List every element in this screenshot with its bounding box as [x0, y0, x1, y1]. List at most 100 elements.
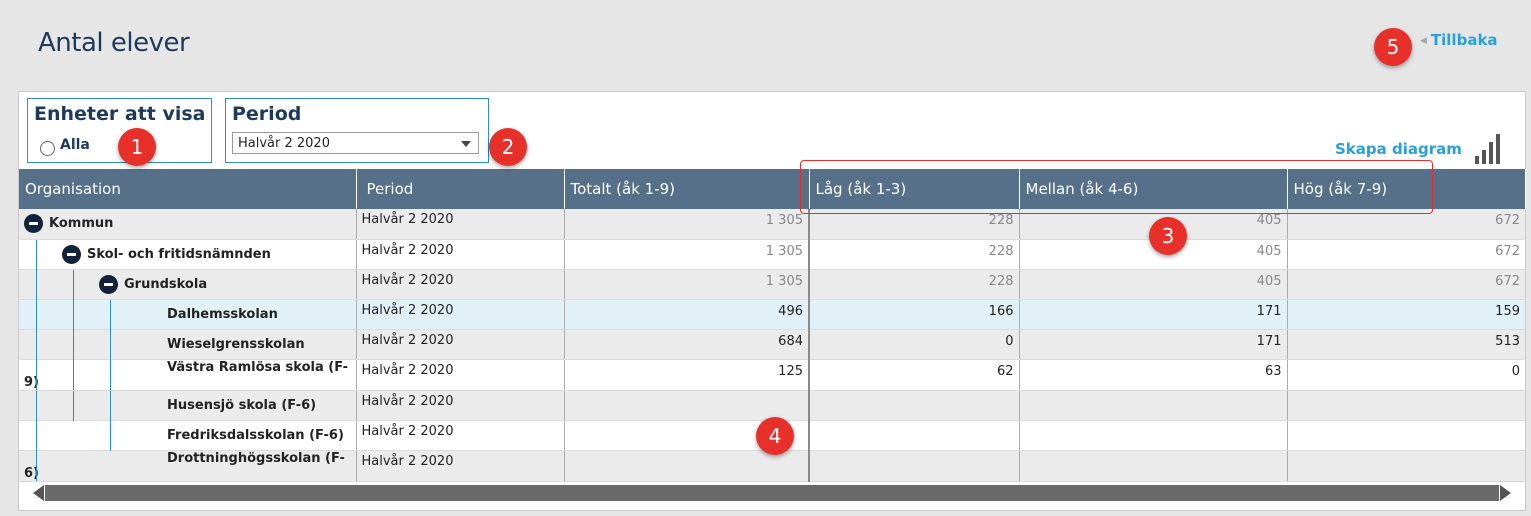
hog-cell: 672: [1287, 269, 1525, 300]
org-name: Kommun: [49, 216, 114, 232]
back-link-label: Tillbaka: [1430, 31, 1498, 49]
tree-line: [73, 359, 74, 390]
collapse-icon[interactable]: [99, 274, 118, 294]
collapse-icon[interactable]: [24, 214, 43, 234]
table-row[interactable]: Husensjö skola (F-6) Halvår 2 2020: [19, 390, 1525, 421]
bar-chart-icon[interactable]: [1473, 134, 1503, 164]
org-cell: Wieselgrensskolan: [19, 329, 357, 360]
lag-cell: [809, 390, 1020, 421]
back-link[interactable]: ◀ Tillbaka: [1420, 31, 1498, 49]
org-cell: Drottninghögsskolan (F-6): [19, 450, 357, 482]
period-filter-title: Period: [232, 103, 302, 125]
total-cell: 1 305: [564, 269, 810, 300]
scroll-right-icon[interactable]: [1500, 485, 1511, 501]
tree-line: [36, 269, 37, 300]
collapse-icon[interactable]: [62, 244, 81, 264]
period-cell: Halvår 2 2020: [355, 359, 565, 391]
org-name: Dalhemsskolan: [167, 306, 278, 322]
tree-line: [36, 420, 37, 451]
hog-cell: 159: [1287, 299, 1525, 330]
all-units-label[interactable]: Alla: [60, 137, 90, 153]
org-name: Wieselgrensskolan: [167, 336, 305, 352]
mellan-cell: 63: [1019, 359, 1288, 391]
tree-line: [110, 299, 111, 330]
mellan-cell: [1019, 390, 1288, 421]
lag-cell: 0: [809, 329, 1020, 360]
period-cell: Halvår 2 2020: [355, 390, 565, 421]
mellan-cell: 405: [1019, 269, 1288, 300]
tree-line: [36, 299, 37, 330]
period-cell: Halvår 2 2020: [355, 450, 565, 482]
lag-cell: [809, 450, 1020, 482]
period-cell: Halvår 2 2020: [355, 299, 565, 330]
col-organisation[interactable]: Organisation: [19, 169, 357, 209]
col-period[interactable]: Period: [356, 169, 565, 209]
total-cell: 496: [564, 299, 810, 330]
org-cell: Västra Ramlösa skola (F-9): [19, 359, 357, 391]
hog-cell: 0: [1287, 359, 1525, 391]
tree-line: [110, 329, 111, 360]
mellan-cell: 171: [1019, 329, 1288, 360]
total-cell: 684: [564, 329, 810, 360]
callout-2: 2: [489, 128, 527, 166]
org-cell: Fredriksdalsskolan (F-6): [19, 420, 357, 451]
mellan-cell: 171: [1019, 299, 1288, 330]
org-cell: Husensjö skola (F-6): [19, 390, 357, 421]
period-select[interactable]: Halvår 2 2020: [232, 132, 479, 154]
table-row[interactable]: Dalhemsskolan Halvår 2 2020 496 166 171 …: [19, 299, 1525, 330]
tree-line: [36, 329, 37, 360]
org-name: Grundskola: [124, 276, 208, 292]
org-cell: Skol- och fritidsnämnden: [19, 239, 357, 270]
tree-line: [36, 450, 37, 481]
lag-cell: [809, 420, 1020, 451]
tree-line: [36, 390, 37, 421]
table-row[interactable]: Grundskola Halvår 2 2020 1 305 228 405 6…: [19, 269, 1525, 300]
total-cell: 125: [564, 359, 810, 391]
hog-cell: [1287, 450, 1525, 482]
lag-cell: 228: [809, 239, 1020, 270]
lag-cell: 166: [809, 299, 1020, 330]
tree-line: [73, 299, 74, 330]
org-name: Husensjö skola (F-6): [167, 397, 317, 413]
hog-cell: 513: [1287, 329, 1525, 360]
callout-4: 4: [756, 417, 794, 455]
all-units-radio[interactable]: [40, 141, 55, 156]
callout-3: 3: [1149, 217, 1187, 255]
period-cell: Halvår 2 2020: [355, 209, 565, 240]
scroll-left-icon[interactable]: [33, 485, 44, 501]
tree-line: [110, 420, 111, 451]
callout-5: 5: [1374, 28, 1412, 66]
total-cell: 1 305: [564, 209, 810, 240]
col-total[interactable]: Totalt (åk 1-9): [564, 169, 810, 209]
back-arrow-icon: ◀: [1420, 36, 1427, 46]
period-cell: Halvår 2 2020: [355, 239, 565, 270]
period-select-value: Halvår 2 2020: [238, 136, 330, 151]
org-name: Fredriksdalsskolan (F-6): [167, 427, 344, 443]
org-name: Skol- och fritidsnämnden: [87, 246, 271, 262]
mellan-cell: [1019, 450, 1288, 482]
hog-cell: [1287, 420, 1525, 451]
tree-line: [36, 359, 37, 390]
chevron-down-icon: [461, 141, 471, 147]
horizontal-scrollbar[interactable]: [33, 485, 1511, 501]
scrollbar-thumb[interactable]: [45, 485, 1499, 501]
hog-cell: [1287, 390, 1525, 421]
hog-cell: 672: [1287, 239, 1525, 270]
mellan-cell: [1019, 420, 1288, 451]
total-cell: 1 305: [564, 239, 810, 270]
tree-line: [110, 359, 111, 390]
lag-cell: 228: [809, 269, 1020, 300]
create-chart-link[interactable]: Skapa diagram: [1335, 140, 1462, 158]
tree-line: [36, 239, 37, 270]
org-cell: Kommun: [19, 209, 357, 240]
table-row[interactable]: Wieselgrensskolan Halvår 2 2020 684 0 17…: [19, 329, 1525, 360]
table-row[interactable]: Västra Ramlösa skola (F-9) Halvår 2 2020…: [19, 359, 1525, 391]
tree-line: [73, 390, 74, 421]
tree-line: [73, 269, 74, 300]
tree-line: [73, 329, 74, 360]
period-cell: Halvår 2 2020: [355, 420, 565, 451]
total-cell: [564, 390, 810, 421]
period-cell: Halvår 2 2020: [355, 269, 565, 300]
org-name: Drottninghögsskolan (F-6): [24, 450, 345, 481]
table-row[interactable]: Skol- och fritidsnämnden Halvår 2 2020 1…: [19, 239, 1525, 270]
